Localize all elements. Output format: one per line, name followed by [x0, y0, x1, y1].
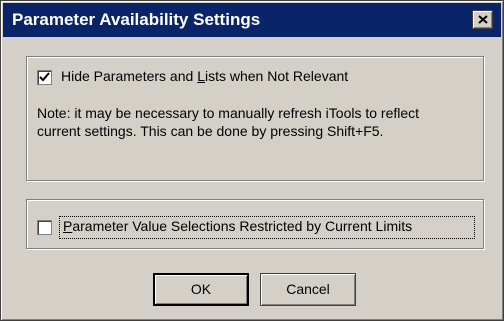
close-button[interactable] [472, 10, 493, 29]
dialog-title: Parameter Availability Settings [12, 10, 261, 29]
hide-parameters-checkbox[interactable] [37, 70, 52, 85]
checkmark-icon [39, 72, 50, 82]
ok-button[interactable]: OK [153, 273, 249, 306]
restrict-values-label[interactable]: Parameter Value Selections Restricted by… [63, 218, 412, 235]
restrict-values-checkbox[interactable] [37, 220, 52, 235]
title-bar[interactable]: Parameter Availability Settings [3, 3, 501, 37]
close-icon [478, 15, 488, 24]
refresh-note: Note: it may be necessary to manually re… [37, 105, 420, 139]
cancel-button[interactable]: Cancel [260, 273, 356, 306]
settings-dialog: Parameter Availability Settings Hide Par… [0, 0, 504, 321]
hide-parameters-label[interactable]: Hide Parameters and Lists when Not Relev… [61, 68, 348, 85]
